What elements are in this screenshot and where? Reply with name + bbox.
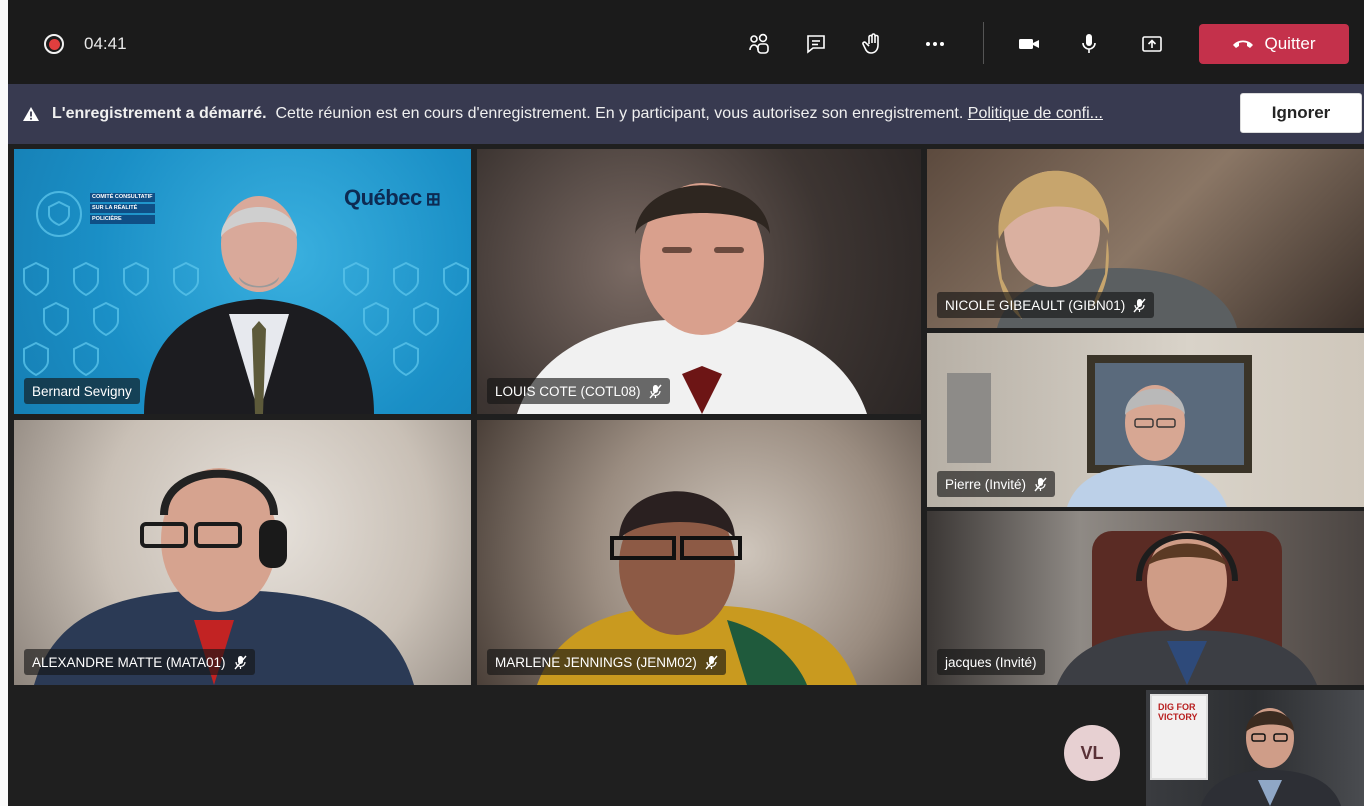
camera-icon[interactable] xyxy=(1011,27,1047,61)
hand-icon[interactable] xyxy=(855,27,891,61)
video-image xyxy=(517,183,867,414)
self-video-image xyxy=(1201,708,1341,806)
recording-banner: L'enregistrement a démarré. Cette réunio… xyxy=(8,84,1364,144)
video-tile-bernard[interactable]: COMITÉ CONSULTATIF SUR LA RÉALITÉ POLICI… xyxy=(14,149,471,414)
meeting-control-bar: 04:41 Quitter xyxy=(0,0,1364,806)
mic-off-icon xyxy=(648,384,662,398)
banner-text: Cette réunion est en cours d'enregistrem… xyxy=(275,105,964,122)
participant-name-pierre: Pierre (Invité) xyxy=(937,471,1056,497)
banner-title: L'enregistrement a démarré. xyxy=(52,105,267,122)
left-edge xyxy=(0,0,8,806)
leave-button[interactable]: Quitter xyxy=(1199,24,1349,64)
participant-name-louis: LOUIS COTE (COTL08) xyxy=(487,378,670,404)
video-tile-alexandre[interactable]: ALEXANDRE MATTE (MATA01) xyxy=(14,420,471,685)
participant-name-marlene: MARLENE JENNINGS (JENM02) xyxy=(487,649,726,675)
ignore-button[interactable]: Ignorer xyxy=(1240,93,1362,133)
video-tile-marlene[interactable]: MARLENE JENNINGS (JENM02) xyxy=(477,420,921,685)
video-image xyxy=(537,491,857,685)
chat-icon[interactable] xyxy=(798,27,834,61)
participant-name-bernard: Bernard Sevigny xyxy=(24,378,140,404)
participant-name-alexandre: ALEXANDRE MATTE (MATA01) xyxy=(24,649,255,675)
committee-logo: COMITÉ CONSULTATIF SUR LA RÉALITÉ POLICI… xyxy=(90,193,155,224)
banner-message: L'enregistrement a démarré. Cette réunio… xyxy=(52,105,1242,123)
recording-timer: 04:41 xyxy=(84,34,127,53)
warning-icon xyxy=(22,106,40,122)
mic-off-icon xyxy=(705,655,718,669)
quebec-logo: Québec ⊞ xyxy=(344,185,441,210)
video-image xyxy=(34,468,414,685)
video-tile-pierre[interactable]: Pierre (Invité) xyxy=(927,333,1364,507)
privacy-link[interactable]: Politique de confi... xyxy=(968,105,1103,122)
self-avatar[interactable]: VL xyxy=(1064,725,1120,781)
self-video-preview[interactable]: DIG FOR VICTORY xyxy=(1146,690,1364,806)
phone-hangup-icon xyxy=(1233,40,1254,48)
mic-icon[interactable] xyxy=(1071,27,1107,61)
leave-label: Quitter xyxy=(1264,34,1316,53)
participant-name-nicole: NICOLE GIBEAULT (GIBN01) xyxy=(937,292,1155,318)
mic-off-icon xyxy=(233,655,247,669)
video-tile-louis[interactable]: LOUIS COTE (COTL08) xyxy=(477,149,921,414)
more-icon[interactable] xyxy=(917,27,953,61)
video-tile-nicole[interactable]: NICOLE GIBEAULT (GIBN01) xyxy=(927,149,1364,328)
mic-off-icon xyxy=(1133,298,1146,312)
mic-off-icon xyxy=(1034,477,1047,491)
participant-name-jacques: jacques (Invité) xyxy=(937,649,1045,675)
toolbar-divider xyxy=(983,22,984,64)
quebec-flag-icon: ⊞ xyxy=(425,189,441,209)
people-icon[interactable] xyxy=(741,27,777,61)
video-tile-jacques[interactable]: jacques (Invité) xyxy=(927,511,1364,685)
share-icon[interactable] xyxy=(1134,27,1170,61)
recording-icon xyxy=(44,34,64,54)
